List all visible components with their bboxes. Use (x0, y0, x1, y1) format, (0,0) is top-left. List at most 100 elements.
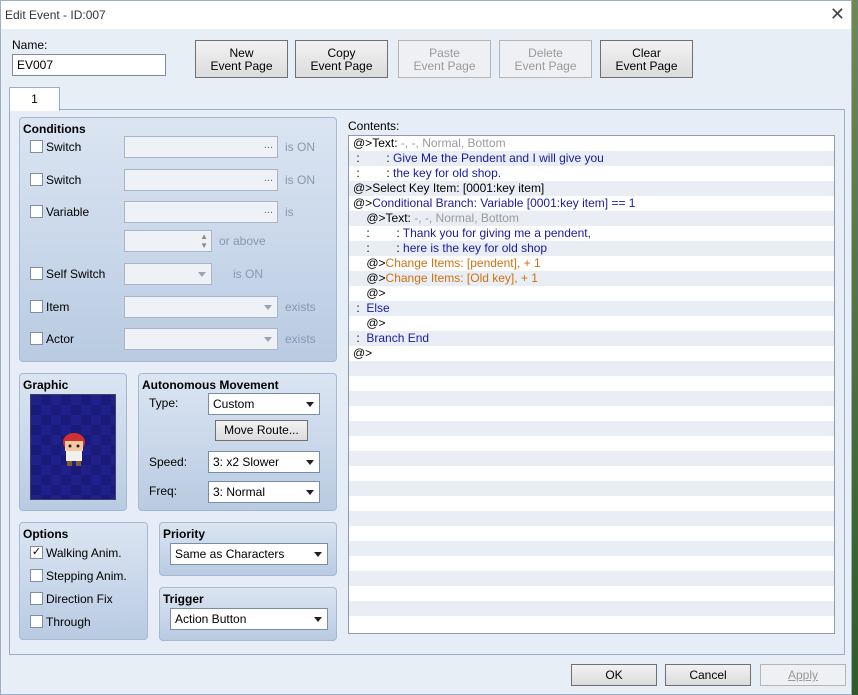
stepping-anim-checkbox[interactable] (30, 569, 43, 582)
priority-title: Priority (163, 527, 206, 541)
command-row[interactable]: : : Give Me the Pendent and I will give … (349, 151, 834, 166)
command-row[interactable]: : : here is the key for old shop (349, 241, 834, 256)
command-row[interactable] (349, 361, 834, 376)
variable-value-spinner[interactable]: ▲ ▼ (124, 230, 212, 252)
trigger-select[interactable]: Action Button (170, 608, 328, 630)
switch1-checkbox[interactable] (30, 140, 43, 153)
command-row[interactable]: @> (349, 286, 834, 301)
command-text: @> (353, 256, 386, 270)
cancel-button[interactable]: Cancel (665, 664, 751, 686)
actor-suffix: exists (285, 332, 316, 346)
command-row[interactable] (349, 391, 834, 406)
command-row[interactable] (349, 496, 834, 511)
command-row[interactable] (349, 481, 834, 496)
command-row[interactable]: @>Select Key Item: [0001:key item] (349, 181, 834, 196)
delete-event-page-button[interactable]: Delete Event Page (499, 40, 592, 78)
switch2-field[interactable]: ... (124, 169, 278, 191)
variable-field[interactable]: ... (124, 201, 278, 223)
command-text: @>Text: (353, 211, 415, 225)
command-row[interactable]: @> (349, 316, 834, 331)
apply-button[interactable]: Apply (760, 664, 846, 686)
ellipsis-icon: ... (263, 172, 273, 184)
move-route-button[interactable]: Move Route... (215, 420, 308, 441)
item-select[interactable] (124, 296, 278, 318)
command-row[interactable] (349, 616, 834, 631)
switch1-field[interactable]: ... (124, 136, 278, 158)
self-switch-select[interactable] (124, 263, 212, 285)
paste-event-page-button[interactable]: Paste Event Page (398, 40, 491, 78)
title-bar: Edit Event - ID:007 ✕ (1, 1, 851, 29)
command-row[interactable]: @>Change Items: [pendent], + 1 (349, 256, 834, 271)
actor-checkbox[interactable] (30, 332, 43, 345)
command-text: @>Select Key Item: [0001:key item] (353, 181, 545, 195)
priority-select[interactable]: Same as Characters (170, 543, 328, 565)
switch2-checkbox[interactable] (30, 173, 43, 186)
movement-speed-select[interactable]: 3: x2 Slower (208, 451, 320, 473)
new-event-page-button[interactable]: New Event Page (195, 40, 288, 78)
command-row[interactable]: : Branch End (349, 331, 834, 346)
clear-event-page-button[interactable]: Clear Event Page (600, 40, 693, 78)
command-text: @> (353, 316, 386, 330)
ellipsis-icon: ... (263, 139, 273, 151)
graphic-title: Graphic (23, 378, 69, 392)
command-row[interactable]: @>Conditional Branch: Variable [0001:key… (349, 196, 834, 211)
command-row[interactable]: @>Change Items: [Old key], + 1 (349, 271, 834, 286)
copy-event-page-label-2: Event Page (310, 59, 373, 73)
conditions-title: Conditions (23, 122, 86, 136)
ok-button[interactable]: OK (571, 664, 657, 686)
character-graphic[interactable] (30, 394, 116, 500)
command-text: : : (353, 151, 394, 165)
movement-title: Autonomous Movement (142, 378, 279, 392)
command-text: : : (353, 226, 403, 240)
command-row[interactable] (349, 556, 834, 571)
command-text: : (353, 301, 367, 315)
actor-select[interactable] (124, 328, 278, 350)
chevron-down-icon (306, 402, 314, 407)
command-row[interactable] (349, 466, 834, 481)
walking-anim-checkbox[interactable]: ✓ (30, 546, 43, 559)
command-row[interactable] (349, 571, 834, 586)
command-row[interactable]: : Else (349, 301, 834, 316)
event-commands-list[interactable]: @>Text: -, -, Normal, Bottom : : Give Me… (348, 135, 835, 634)
paste-event-page-label-2: Event Page (413, 59, 476, 73)
command-row[interactable] (349, 601, 834, 616)
command-row[interactable] (349, 421, 834, 436)
variable-suffix: is (285, 205, 294, 219)
through-checkbox[interactable] (30, 615, 43, 628)
command-row[interactable]: : : Thank you for giving me a pendent, (349, 226, 834, 241)
command-row[interactable] (349, 511, 834, 526)
command-row[interactable]: : : the key for old shop. (349, 166, 834, 181)
new-event-page-label-2: Event Page (210, 59, 273, 73)
command-row[interactable] (349, 526, 834, 541)
command-row[interactable] (349, 541, 834, 556)
movement-freq-select[interactable]: 3: Normal (208, 481, 320, 503)
movement-type-select[interactable]: Custom (208, 393, 320, 415)
command-row[interactable]: @>Text: -, -, Normal, Bottom (349, 136, 834, 151)
stepping-anim-label: Stepping Anim. (46, 569, 127, 583)
command-text: Change Items: [pendent], + 1 (385, 256, 541, 270)
freq-label: Freq: (149, 484, 178, 498)
command-row[interactable]: @> (349, 346, 834, 361)
copy-event-page-button[interactable]: Copy Event Page (295, 40, 388, 78)
delete-event-page-label-2: Event Page (514, 59, 577, 73)
name-input[interactable] (12, 54, 166, 76)
self-switch-suffix: is ON (233, 267, 263, 281)
command-row[interactable]: @>Text: -, -, Normal, Bottom (349, 211, 834, 226)
spinner-arrows-icon[interactable]: ▲ ▼ (200, 232, 208, 250)
command-row[interactable] (349, 406, 834, 421)
command-row[interactable] (349, 436, 834, 451)
variable-checkbox[interactable] (30, 205, 43, 218)
self-switch-checkbox[interactable] (30, 267, 43, 280)
close-icon[interactable]: ✕ (830, 4, 845, 25)
variable-or-above-label: or above (219, 234, 266, 248)
tab-page-1[interactable]: 1 (9, 87, 60, 111)
command-row[interactable] (349, 451, 834, 466)
through-label: Through (46, 615, 91, 629)
command-row[interactable] (349, 586, 834, 601)
item-checkbox[interactable] (30, 300, 43, 313)
direction-fix-checkbox[interactable] (30, 592, 43, 605)
options-title: Options (23, 527, 69, 541)
command-row[interactable] (349, 376, 834, 391)
chevron-down-icon (264, 337, 272, 342)
graphic-group: Graphic (19, 373, 127, 511)
